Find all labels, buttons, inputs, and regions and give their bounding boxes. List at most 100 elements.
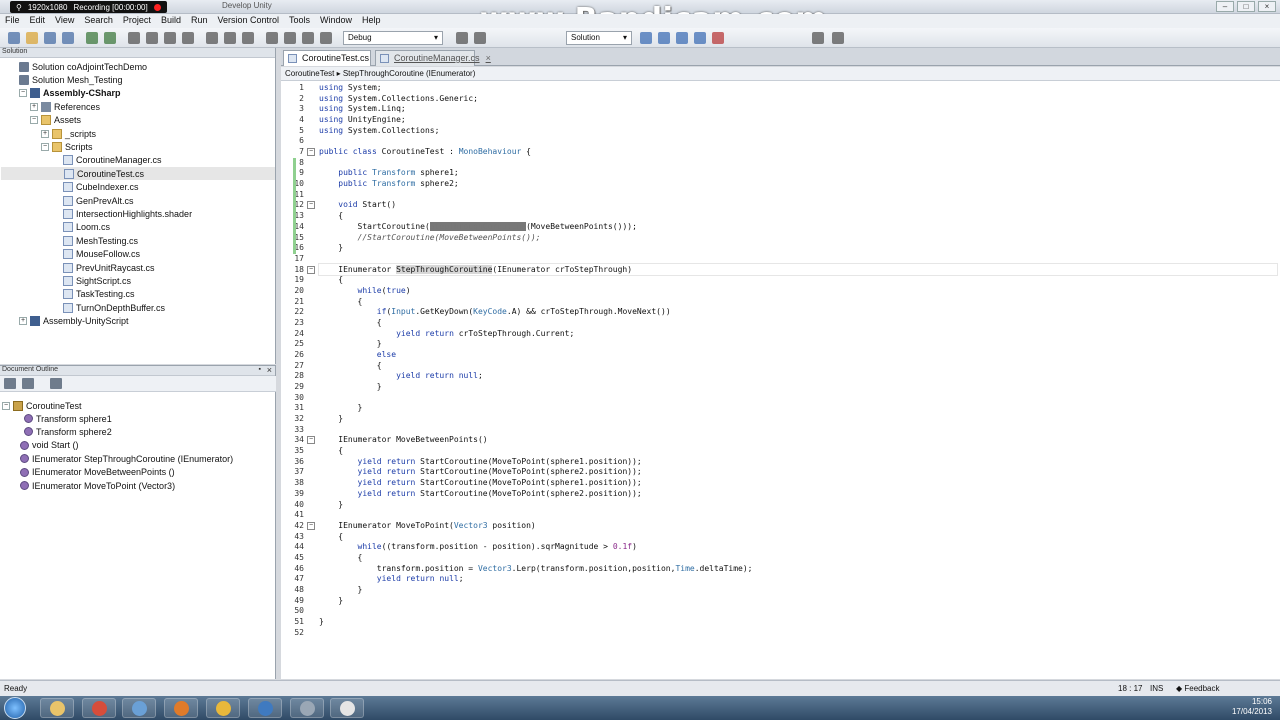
code-line[interactable]: public Transform sphere2; bbox=[319, 178, 458, 189]
system-clock[interactable]: 15:06 17/04/2013 bbox=[1232, 697, 1272, 717]
outline-member-item[interactable]: IEnumerator MoveBetweenPoints () bbox=[20, 466, 175, 479]
code-line[interactable]: yield return StartCoroutine(MoveToPoint(… bbox=[319, 477, 642, 488]
outline-class-item[interactable]: − CoroutineTest bbox=[2, 399, 82, 412]
expand-icon[interactable]: + bbox=[30, 102, 38, 111]
outline-member-item[interactable]: Transform sphere1 bbox=[24, 412, 112, 425]
save-icon[interactable] bbox=[44, 32, 56, 44]
delete-icon[interactable] bbox=[182, 32, 194, 44]
minimize-button[interactable]: – bbox=[1216, 1, 1234, 12]
taskbar-chrome-button[interactable] bbox=[82, 698, 116, 718]
new-file-icon[interactable] bbox=[8, 32, 20, 44]
code-line[interactable]: } bbox=[319, 616, 324, 627]
code-area[interactable]: using System; using System.Collections.Ge… bbox=[318, 81, 1279, 679]
code-line[interactable]: { bbox=[319, 552, 363, 563]
breadcrumb-class[interactable]: CoroutineTest bbox=[285, 69, 334, 78]
redo-icon[interactable] bbox=[104, 32, 116, 44]
run-icon[interactable] bbox=[456, 32, 468, 44]
breakpoint-icon[interactable] bbox=[712, 32, 724, 44]
collapse-icon[interactable]: − bbox=[41, 142, 49, 151]
outline-member-item[interactable]: IEnumerator StepThroughCoroutine (IEnume… bbox=[20, 452, 233, 465]
code-line[interactable]: public Transform sphere1; bbox=[319, 167, 458, 178]
tree-item[interactable]: IntersectionHighlights.shader bbox=[0, 207, 192, 220]
tree-item[interactable]: MeshTesting.cs bbox=[0, 234, 138, 247]
tree-item[interactable]: CoroutineManager.cs bbox=[0, 154, 162, 167]
pause-icon[interactable] bbox=[812, 32, 824, 44]
close-pad-icon[interactable]: × bbox=[267, 365, 272, 375]
tree-item[interactable]: CubeIndexer.cs bbox=[0, 181, 139, 194]
menu-run[interactable]: Run bbox=[186, 14, 213, 28]
tree-item[interactable]: Loom.cs bbox=[0, 221, 110, 234]
stop-icon[interactable] bbox=[832, 32, 844, 44]
tab-coroutinemanager-cs[interactable]: CoroutineManager.cs × bbox=[375, 50, 491, 66]
code-line[interactable]: while(true) bbox=[319, 285, 411, 296]
code-line[interactable]: } bbox=[319, 402, 363, 413]
taskbar-firefox-button[interactable] bbox=[164, 698, 198, 718]
tree-item[interactable]: PrevUnitRaycast.cs bbox=[0, 261, 155, 274]
group-icon[interactable] bbox=[4, 378, 16, 389]
code-line[interactable]: } bbox=[319, 499, 343, 510]
code-line[interactable]: } bbox=[319, 381, 382, 392]
tab-coroutinetest-cs[interactable]: CoroutineTest.cs× bbox=[283, 50, 380, 66]
fold-toggle-icon[interactable]: − bbox=[307, 201, 315, 210]
debug-icon[interactable] bbox=[474, 32, 486, 44]
step-over-icon[interactable] bbox=[658, 32, 670, 44]
feedback-button[interactable]: ◆ Feedback bbox=[1176, 684, 1220, 693]
breadcrumb-member[interactable]: StepThroughCoroutine (IEnumerator) bbox=[343, 69, 476, 78]
collapse-icon[interactable]: − bbox=[19, 89, 27, 98]
start-button[interactable] bbox=[4, 697, 26, 719]
menu-window[interactable]: Window bbox=[315, 14, 357, 28]
open-icon[interactable] bbox=[26, 32, 38, 44]
build-all-icon[interactable] bbox=[242, 32, 254, 44]
taskbar-app-button[interactable] bbox=[122, 698, 156, 718]
cut-icon[interactable] bbox=[128, 32, 140, 44]
code-line[interactable]: IEnumerator StepThroughCoroutine(IEnumer… bbox=[318, 262, 1278, 276]
code-line[interactable]: { bbox=[319, 360, 382, 371]
code-line[interactable]: using System; bbox=[319, 82, 382, 93]
close-window-button[interactable]: × bbox=[1258, 1, 1276, 12]
menu-version-control[interactable]: Version Control bbox=[212, 14, 284, 28]
fold-toggle-icon[interactable]: − bbox=[307, 521, 315, 530]
code-line[interactable]: else bbox=[319, 349, 396, 360]
code-line[interactable]: yield return null; bbox=[319, 370, 483, 381]
tree-item[interactable]: TurnOnDepthBuffer.cs bbox=[0, 301, 165, 314]
outdent-icon[interactable] bbox=[320, 32, 332, 44]
undo-icon[interactable] bbox=[86, 32, 98, 44]
step-out-icon[interactable] bbox=[694, 32, 706, 44]
tree-item[interactable]: − Scripts bbox=[0, 140, 93, 153]
step-icon[interactable] bbox=[640, 32, 652, 44]
fold-toggle-icon[interactable]: − bbox=[307, 265, 315, 274]
maximize-button[interactable]: □ bbox=[1237, 1, 1255, 12]
fold-toggle-icon[interactable]: − bbox=[307, 436, 315, 445]
code-line[interactable]: while((transform.position - position).sq… bbox=[319, 541, 637, 552]
code-line[interactable]: { bbox=[319, 531, 343, 542]
find-icon[interactable] bbox=[206, 32, 218, 44]
code-line[interactable]: if(Input.GetKeyDown(KeyCode.A) && crToSt… bbox=[319, 306, 671, 317]
tree-item[interactable]: GenPrevAlt.cs bbox=[0, 194, 134, 207]
outline-member-item[interactable]: IEnumerator MoveToPoint (Vector3) bbox=[20, 479, 175, 492]
sort-icon[interactable] bbox=[22, 378, 34, 389]
menu-build[interactable]: Build bbox=[156, 14, 186, 28]
taskbar-folder-button[interactable] bbox=[206, 698, 240, 718]
save-all-icon[interactable] bbox=[62, 32, 74, 44]
outline-member-item[interactable]: Transform sphere2 bbox=[24, 425, 112, 438]
code-line[interactable]: } bbox=[319, 413, 343, 424]
step-into-icon[interactable] bbox=[676, 32, 688, 44]
tree-item[interactable]: + _scripts bbox=[0, 127, 96, 140]
menu-search[interactable]: Search bbox=[79, 14, 118, 28]
menu-file[interactable]: File bbox=[0, 14, 25, 28]
expand-icon[interactable]: + bbox=[41, 129, 49, 138]
tree-item[interactable]: + Assembly-UnityScript bbox=[0, 315, 129, 328]
code-line[interactable]: { bbox=[319, 317, 382, 328]
code-line[interactable]: { bbox=[319, 445, 343, 456]
code-line[interactable]: //StartCoroutine(MoveBetweenPoints()); bbox=[319, 232, 541, 243]
taskbar-monodevelop-button[interactable] bbox=[248, 698, 282, 718]
taskbar-unity-button[interactable] bbox=[330, 698, 364, 718]
code-line[interactable]: public class CoroutineTest : MonoBehavio… bbox=[319, 146, 531, 157]
code-line[interactable]: } bbox=[319, 242, 343, 253]
copy-icon[interactable] bbox=[146, 32, 158, 44]
menu-edit[interactable]: Edit bbox=[25, 14, 51, 28]
tree-item[interactable]: + References bbox=[0, 100, 100, 113]
outline-member-item[interactable]: void Start () bbox=[20, 439, 79, 452]
tree-item[interactable]: − Assets bbox=[0, 114, 81, 127]
code-line[interactable]: IEnumerator MoveToPoint(Vector3 position… bbox=[319, 520, 535, 531]
